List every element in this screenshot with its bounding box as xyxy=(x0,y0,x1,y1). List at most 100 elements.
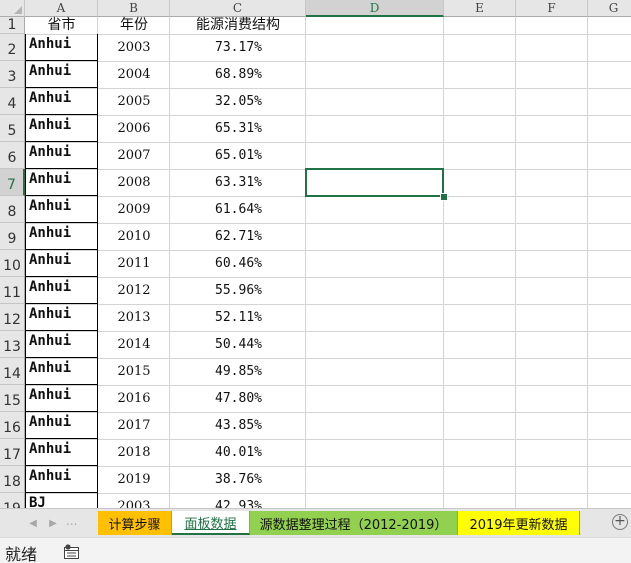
province-cell[interactable]: Anhui xyxy=(25,115,98,142)
add-sheet-icon[interactable]: + xyxy=(612,514,628,530)
row-header-16[interactable]: 16 xyxy=(0,412,25,439)
row-header-6[interactable]: 6 xyxy=(0,142,25,169)
energy-structure-cell[interactable]: 42.93% xyxy=(170,493,306,508)
row-header-17[interactable]: 17 xyxy=(0,439,25,466)
row-header-9[interactable]: 9 xyxy=(0,223,25,250)
tab-calculation-steps[interactable]: 计算步骤 xyxy=(98,511,172,535)
row-header-19[interactable]: 19 xyxy=(0,493,25,508)
energy-structure-cell[interactable]: 63.31% xyxy=(170,169,306,196)
tab-source-data-process[interactable]: 源数据整理过程（2012-2019） xyxy=(250,511,458,535)
energy-structure-cell[interactable]: 60.46% xyxy=(170,250,306,277)
province-cell[interactable]: Anhui xyxy=(25,250,98,277)
year-cell[interactable]: 2008 xyxy=(98,169,170,196)
year-cell[interactable]: 2004 xyxy=(98,61,170,88)
energy-structure-cell[interactable]: 65.31% xyxy=(170,115,306,142)
province-cell[interactable]: Anhui xyxy=(25,385,98,412)
row-header-14[interactable]: 14 xyxy=(0,358,25,385)
year-cell[interactable]: 2005 xyxy=(98,88,170,115)
row-header-7[interactable]: 7 xyxy=(0,169,25,196)
column-header-d[interactable]: D xyxy=(306,0,444,17)
column-header-b[interactable]: B xyxy=(98,0,170,17)
year-cell[interactable]: 2003 xyxy=(98,493,170,508)
energy-structure-cell[interactable]: 43.85% xyxy=(170,412,306,439)
row-header-12[interactable]: 12 xyxy=(0,304,25,331)
energy-structure-cell[interactable]: 55.96% xyxy=(170,277,306,304)
column-header-g[interactable]: G xyxy=(588,0,631,17)
column-header-a[interactable]: A xyxy=(25,0,98,17)
energy-structure-cell[interactable]: 32.05% xyxy=(170,88,306,115)
province-cell[interactable]: Anhui xyxy=(25,88,98,115)
tab-overflow-dots[interactable]: ... xyxy=(66,514,77,528)
tab-scroll-prev-icon[interactable]: ◀ xyxy=(26,516,40,530)
fill-handle[interactable] xyxy=(440,193,448,201)
province-cell[interactable]: Anhui xyxy=(25,439,98,466)
row-header-3[interactable]: 3 xyxy=(0,61,25,88)
column-header-c[interactable]: C xyxy=(170,0,306,17)
row-header-10[interactable]: 10 xyxy=(0,250,25,277)
year-cell[interactable]: 2017 xyxy=(98,412,170,439)
province-cell[interactable]: Anhui xyxy=(25,223,98,250)
province-cell[interactable]: Anhui xyxy=(25,466,98,493)
year-cell[interactable]: 2015 xyxy=(98,358,170,385)
energy-structure-cell[interactable]: 49.85% xyxy=(170,358,306,385)
row-header-5[interactable]: 5 xyxy=(0,115,25,142)
year-cell[interactable]: 2012 xyxy=(98,277,170,304)
province-cell[interactable]: BJ xyxy=(25,493,98,508)
energy-structure-cell[interactable]: 62.71% xyxy=(170,223,306,250)
header-cell-c[interactable]: 能源消费结构 xyxy=(170,17,306,34)
energy-structure-cell[interactable]: 61.64% xyxy=(170,196,306,223)
year-cell[interactable]: 2013 xyxy=(98,304,170,331)
worksheet: ABCDEFG 12345678910111213141516171819 省市… xyxy=(0,0,631,508)
column-header-f[interactable]: F xyxy=(516,0,588,17)
year-cell[interactable]: 2003 xyxy=(98,34,170,61)
energy-structure-cell[interactable]: 47.80% xyxy=(170,385,306,412)
province-cell[interactable]: Anhui xyxy=(25,277,98,304)
province-cell[interactable]: Anhui xyxy=(25,196,98,223)
header-cell-b[interactable]: 年份 xyxy=(98,17,170,34)
selected-cell-d7[interactable] xyxy=(305,168,444,197)
row-header-1[interactable]: 1 xyxy=(0,17,25,34)
province-cell[interactable]: Anhui xyxy=(25,34,98,61)
energy-structure-cell[interactable]: 68.89% xyxy=(170,61,306,88)
year-cell[interactable]: 2018 xyxy=(98,439,170,466)
macro-record-icon[interactable] xyxy=(64,544,82,559)
header-cell-a[interactable]: 省市 xyxy=(25,17,98,34)
year-cell[interactable]: 2007 xyxy=(98,142,170,169)
row-header-4[interactable]: 4 xyxy=(0,88,25,115)
province-cell[interactable]: Anhui xyxy=(25,169,98,196)
table-row: BJ 2003 42.93% xyxy=(25,493,631,508)
province-cell[interactable]: Anhui xyxy=(25,331,98,358)
row-header-15[interactable]: 15 xyxy=(0,385,25,412)
year-cell[interactable]: 2019 xyxy=(98,466,170,493)
energy-structure-cell[interactable]: 52.11% xyxy=(170,304,306,331)
year-cell[interactable]: 2011 xyxy=(98,250,170,277)
energy-structure-cell[interactable]: 40.01% xyxy=(170,439,306,466)
energy-structure-cell[interactable]: 50.44% xyxy=(170,331,306,358)
year-cell[interactable]: 2016 xyxy=(98,385,170,412)
cell-grid[interactable]: 省市 年份 能源消费结构 Anhui 2003 73.17% Anhui 2004 68.89%… xyxy=(25,17,631,508)
province-cell[interactable]: Anhui xyxy=(25,61,98,88)
tab-scroll-next-icon[interactable]: ▶ xyxy=(46,516,60,530)
province-cell[interactable]: Anhui xyxy=(25,142,98,169)
select-all-button[interactable] xyxy=(0,0,25,17)
energy-structure-cell[interactable]: 65.01% xyxy=(170,142,306,169)
row-header-11[interactable]: 11 xyxy=(0,277,25,304)
column-header-e[interactable]: E xyxy=(444,0,516,17)
year-cell[interactable]: 2009 xyxy=(98,196,170,223)
year-cell[interactable]: 2006 xyxy=(98,115,170,142)
province-cell[interactable]: Anhui xyxy=(25,358,98,385)
province-cell[interactable]: Anhui xyxy=(25,412,98,439)
table-row: Anhui 2015 49.85% xyxy=(25,358,631,385)
province-cell[interactable]: Anhui xyxy=(25,304,98,331)
year-cell[interactable]: 2010 xyxy=(98,223,170,250)
year-cell[interactable]: 2014 xyxy=(98,331,170,358)
row-header-13[interactable]: 13 xyxy=(0,331,25,358)
table-row: Anhui 2005 32.05% xyxy=(25,88,631,115)
energy-structure-cell[interactable]: 73.17% xyxy=(170,34,306,61)
row-header-8[interactable]: 8 xyxy=(0,196,25,223)
row-header-18[interactable]: 18 xyxy=(0,466,25,493)
energy-structure-cell[interactable]: 38.76% xyxy=(170,466,306,493)
tab-panel-data[interactable]: 面板数据 xyxy=(172,511,250,535)
row-header-2[interactable]: 2 xyxy=(0,34,25,61)
tab-2019-updated-data[interactable]: 2019年更新数据 xyxy=(458,511,580,535)
